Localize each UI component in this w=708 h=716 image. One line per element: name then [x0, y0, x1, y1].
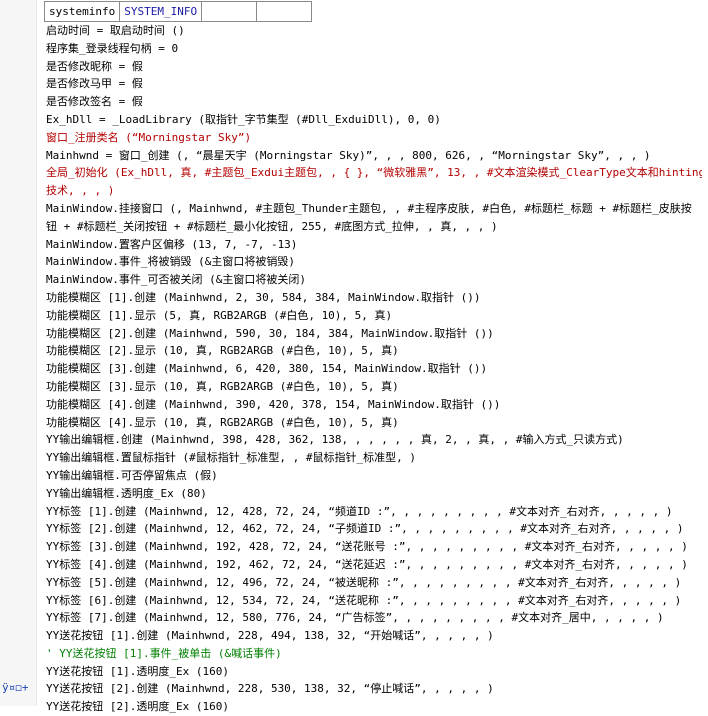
- code-line[interactable]: YY标签 [2].创建 (Mainhwnd, 12, 462, 72, 24, …: [46, 520, 702, 538]
- code-line[interactable]: YY标签 [1].创建 (Mainhwnd, 12, 428, 72, 24, …: [46, 503, 702, 521]
- struct-header-table: systeminfo SYSTEM_INFO: [43, 1, 313, 22]
- code-line[interactable]: YY标签 [7].创建 (Mainhwnd, 12, 580, 776, 24,…: [46, 609, 702, 627]
- code-editor[interactable]: 启动时间 = 取启动时间 () 程序集_登录线程句柄 = 0 是否修改昵称 = 假是…: [46, 22, 702, 716]
- code-line[interactable]: YY输出编辑框.透明度_Ex (80): [46, 485, 702, 503]
- header-cell-name[interactable]: systeminfo: [43, 1, 121, 22]
- code-line[interactable]: Ex_hDll = _LoadLibrary (取指针_字节集型 (#Dll_E…: [46, 111, 702, 129]
- code-line[interactable]: 功能模糊区 [3].显示 (10, 真, RGB2ARGB (#白色, 10),…: [46, 378, 702, 396]
- code-line[interactable]: YY输出编辑框.创建 (Mainhwnd, 398, 428, 362, 138…: [46, 431, 702, 449]
- code-line[interactable]: Mainhwnd = 窗口_创建 (, “晨星天宇 (Morningstar S…: [46, 147, 702, 165]
- code-line[interactable]: YY送花按钮 [1].透明度_Ex (160): [46, 663, 702, 681]
- code-line[interactable]: YY送花按钮 [2].透明度_Ex (160): [46, 698, 702, 716]
- code-line[interactable]: MainWindow.事件_将被销毁 (&主窗口将被销毁): [46, 253, 702, 271]
- code-line[interactable]: MainWindow.事件_可否被关闭 (&主窗口将被关闭): [46, 271, 702, 289]
- header-cell-empty-2[interactable]: [256, 1, 313, 22]
- code-line[interactable]: YY标签 [5].创建 (Mainhwnd, 12, 496, 72, 24, …: [46, 574, 702, 592]
- code-line[interactable]: 启动时间 = 取启动时间 (): [46, 22, 702, 40]
- code-line[interactable]: 功能模糊区 [1].创建 (Mainhwnd, 2, 30, 584, 384,…: [46, 289, 702, 307]
- code-line[interactable]: 功能模糊区 [3].创建 (Mainhwnd, 6, 420, 380, 154…: [46, 360, 702, 378]
- code-line[interactable]: 是否修改马甲 = 假: [46, 75, 702, 93]
- code-line[interactable]: YY送花按钮 [2].创建 (Mainhwnd, 228, 530, 138, …: [46, 680, 702, 698]
- code-line[interactable]: 是否修改昵称 = 假: [46, 58, 702, 76]
- line-gutter: ÿ¤◻+: [0, 0, 37, 706]
- code-line[interactable]: YY输出编辑框.置鼠标指针 (#鼠标指针_标准型, , #鼠标指针_标准型, ): [46, 449, 702, 467]
- code-line[interactable]: YY标签 [4].创建 (Mainhwnd, 192, 462, 72, 24,…: [46, 556, 702, 574]
- code-line[interactable]: YY送花按钮 [1].创建 (Mainhwnd, 228, 494, 138, …: [46, 627, 702, 645]
- header-cell-empty-1[interactable]: [201, 1, 258, 22]
- code-line[interactable]: MainWindow.置客户区偏移 (13, 7, -7, -13): [46, 236, 702, 254]
- code-line[interactable]: YY输出编辑框.可否停留焦点 (假): [46, 467, 702, 485]
- code-line[interactable]: 钮 + #标题栏_关闭按钮 + #标题栏_最小化按钮, 255, #底图方式_拉…: [46, 218, 702, 236]
- code-line[interactable]: ' YY送花按钮 [1].事件_被单击 (&喊话事件): [46, 645, 702, 663]
- code-line[interactable]: 功能模糊区 [1].显示 (5, 真, RGB2ARGB (#白色, 10), …: [46, 307, 702, 325]
- code-line[interactable]: 程序集_登录线程句柄 = 0: [46, 40, 702, 58]
- code-line[interactable]: 功能模糊区 [2].创建 (Mainhwnd, 590, 30, 184, 38…: [46, 325, 702, 343]
- code-line[interactable]: MainWindow.挂接窗口 (, Mainhwnd, #主题包_Thunde…: [46, 200, 702, 218]
- code-line[interactable]: 功能模糊区 [2].显示 (10, 真, RGB2ARGB (#白色, 10),…: [46, 342, 702, 360]
- code-line[interactable]: 窗口_注册类名 (“Morningstar Sky”): [46, 129, 702, 147]
- code-line[interactable]: YY标签 [3].创建 (Mainhwnd, 192, 428, 72, 24,…: [46, 538, 702, 556]
- code-line[interactable]: 是否修改签名 = 假: [46, 93, 702, 111]
- code-line[interactable]: YY标签 [6].创建 (Mainhwnd, 12, 534, 72, 24, …: [46, 592, 702, 610]
- code-line[interactable]: 全局_初始化 (Ex_hDll, 真, #主题包_Exdui主题包, , { }…: [46, 164, 702, 182]
- gutter-marker-icon[interactable]: ÿ¤◻+: [2, 681, 29, 694]
- header-cell-type[interactable]: SYSTEM_INFO: [119, 1, 203, 22]
- code-line[interactable]: 功能模糊区 [4].创建 (Mainhwnd, 390, 420, 378, 1…: [46, 396, 702, 414]
- code-line[interactable]: 功能模糊区 [4].显示 (10, 真, RGB2ARGB (#白色, 10),…: [46, 414, 702, 432]
- code-line[interactable]: 技术, , , ): [46, 182, 702, 200]
